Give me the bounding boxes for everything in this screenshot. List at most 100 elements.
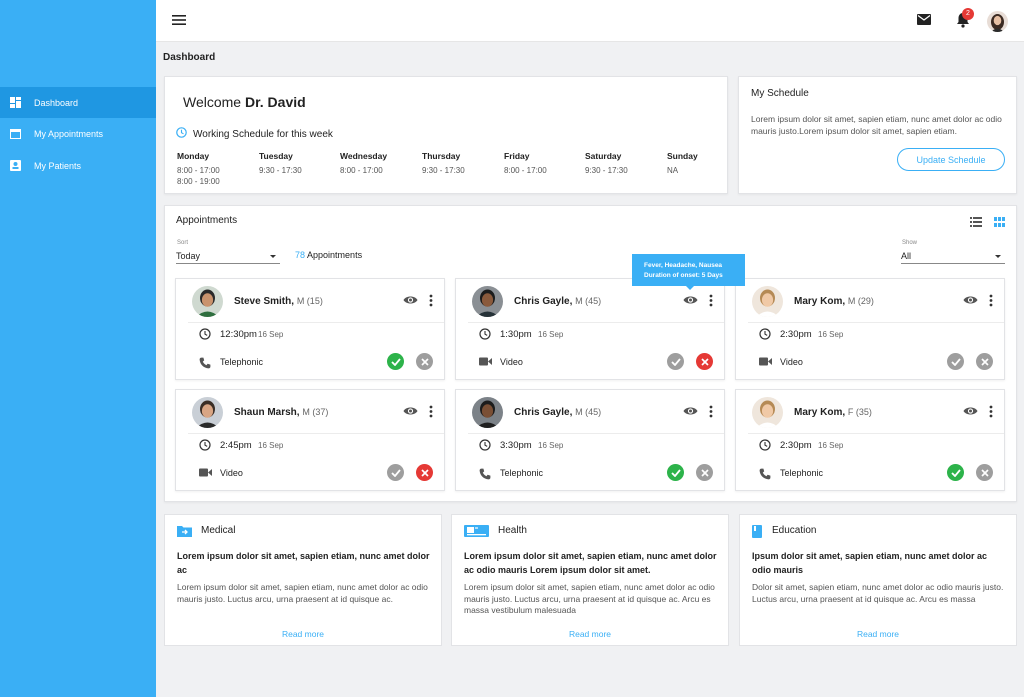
phone-icon — [199, 357, 211, 372]
divider — [748, 433, 1004, 434]
appointment-date: 16 Sep — [818, 441, 844, 450]
info-card-body: Dolor sit amet, sapien etiam, nunc amet … — [752, 582, 1004, 604]
doctor-name: Dr. David — [244, 94, 306, 110]
patient-name-text: Mary Kom, — [794, 296, 846, 307]
appointment-time: 2:30pm — [780, 329, 812, 340]
info-card-heading: Lorem ipsum dolor sit amet, sapien etiam… — [464, 551, 717, 575]
read-more-link[interactable]: Read more — [452, 629, 728, 639]
reject-button[interactable] — [416, 464, 433, 481]
divider — [468, 322, 724, 323]
sidebar-item-label: My Appointments — [34, 128, 104, 139]
working-schedule-text: Working Schedule for this week — [193, 128, 333, 140]
calendar-icon — [10, 128, 21, 139]
info-card-title: Medical — [201, 525, 236, 536]
view-eye-icon[interactable] — [403, 295, 418, 308]
appointment-card: Mary Kom, F (35) 2:30pm 16 Sep Telephonic — [735, 389, 1005, 491]
read-more-link[interactable]: Read more — [165, 629, 441, 639]
accept-button[interactable] — [667, 353, 684, 370]
divider — [468, 433, 724, 434]
view-eye-icon[interactable] — [683, 295, 698, 308]
appointment-time: 3:30pm — [500, 440, 532, 451]
reject-button[interactable] — [696, 353, 713, 370]
accept-button[interactable] — [387, 464, 404, 481]
view-eye-icon[interactable] — [963, 406, 978, 419]
dashboard-icon — [10, 97, 21, 108]
appointment-card: Mary Kom, M (29) 2:30pm 16 Sep Video — [735, 278, 1005, 380]
patient-photo — [472, 286, 503, 317]
user-avatar[interactable] — [987, 11, 1008, 32]
appointment-mode: Telephonic — [500, 468, 544, 478]
top-bar: 2 — [156, 0, 1024, 42]
patient-name[interactable]: Mary Kom, F (35) — [794, 407, 872, 418]
accept-button[interactable] — [667, 464, 684, 481]
page-title: Dashboard — [163, 52, 216, 63]
check-icon — [950, 357, 961, 366]
patient-meta: M (15) — [296, 296, 323, 306]
sidebar-item-label: Dashboard — [34, 97, 79, 108]
more-options-icon[interactable] — [709, 405, 713, 418]
patient-meta: M (29) — [847, 296, 874, 306]
appointment-mode: Video — [500, 357, 523, 367]
accept-button[interactable] — [947, 353, 964, 370]
reject-button[interactable] — [416, 353, 433, 370]
patient-name[interactable]: Steve Smith, M (15) — [234, 296, 323, 307]
day-name: Thursday — [422, 151, 461, 161]
sidebar-item-my-appointments[interactable]: My Appointments — [0, 118, 156, 149]
accept-button[interactable] — [947, 464, 964, 481]
appointment-card: Steve Smith, M (15) 12:30pm 16 Sep Telephon… — [175, 278, 445, 380]
reject-button[interactable] — [696, 464, 713, 481]
more-options-icon[interactable] — [989, 405, 993, 418]
patient-photo — [472, 397, 503, 428]
phone-icon — [479, 468, 491, 483]
more-options-icon[interactable] — [989, 294, 993, 307]
day-time: 8:00 - 19:00 — [177, 177, 220, 186]
sidebar: Dashboard My Appointments My Patients — [0, 0, 156, 697]
grid-view-icon[interactable] — [994, 217, 1005, 230]
my-schedule-card: My Schedule Lorem ipsum dolor sit amet, … — [738, 76, 1017, 194]
sidebar-item-my-patients[interactable]: My Patients — [0, 150, 156, 181]
view-eye-icon[interactable] — [403, 406, 418, 419]
list-view-icon[interactable] — [970, 217, 982, 230]
info-card-title: Health — [498, 525, 527, 536]
sort-value: Today — [176, 250, 201, 261]
close-icon — [420, 468, 429, 477]
menu-icon[interactable] — [172, 14, 186, 26]
reject-button[interactable] — [976, 353, 993, 370]
more-options-icon[interactable] — [709, 294, 713, 307]
schedule-day: Monday 8:00 - 17:00 8:00 - 19:00 — [177, 151, 257, 187]
clock-icon — [759, 439, 771, 454]
clock-icon — [199, 328, 211, 343]
day-name: Friday — [504, 151, 530, 161]
show-select[interactable]: All — [901, 248, 1005, 264]
view-eye-icon[interactable] — [963, 295, 978, 308]
schedule-day: Saturday 9:30 - 17:30 — [585, 151, 665, 176]
check-icon — [390, 357, 401, 366]
sidebar-item-label: My Patients — [34, 160, 82, 171]
more-options-icon[interactable] — [429, 294, 433, 307]
chevron-down-icon — [270, 255, 276, 258]
clock-icon — [479, 439, 491, 454]
info-card-title: Education — [772, 525, 817, 536]
mail-icon[interactable] — [917, 14, 933, 27]
patient-name[interactable]: Mary Kom, M (29) — [794, 296, 874, 307]
patient-name[interactable]: Chris Gayle, M (45) — [514, 407, 601, 418]
accept-button[interactable] — [387, 353, 404, 370]
sort-select[interactable]: Today — [176, 248, 280, 264]
sidebar-item-dashboard[interactable]: Dashboard — [0, 87, 156, 118]
update-schedule-button[interactable]: Update Schedule — [897, 148, 1005, 171]
schedule-day: Friday 8:00 - 17:00 — [504, 151, 584, 176]
more-options-icon[interactable] — [429, 405, 433, 418]
patient-name[interactable]: Chris Gayle, M (45) — [514, 296, 601, 307]
reject-button[interactable] — [976, 464, 993, 481]
read-more-link[interactable]: Read more — [740, 629, 1016, 639]
divider — [188, 433, 444, 434]
close-icon — [700, 468, 709, 477]
close-icon — [980, 468, 989, 477]
clock-icon — [199, 439, 211, 454]
view-eye-icon[interactable] — [683, 406, 698, 419]
info-card-heading: Lorem ipsum dolor sit amet, sapien etiam… — [177, 551, 430, 575]
day-name: Wednesday — [340, 151, 388, 161]
patient-name[interactable]: Shaun Marsh, M (37) — [234, 407, 328, 418]
sort-label: Sort — [177, 240, 189, 246]
appointment-date: 16 Sep — [258, 441, 284, 450]
